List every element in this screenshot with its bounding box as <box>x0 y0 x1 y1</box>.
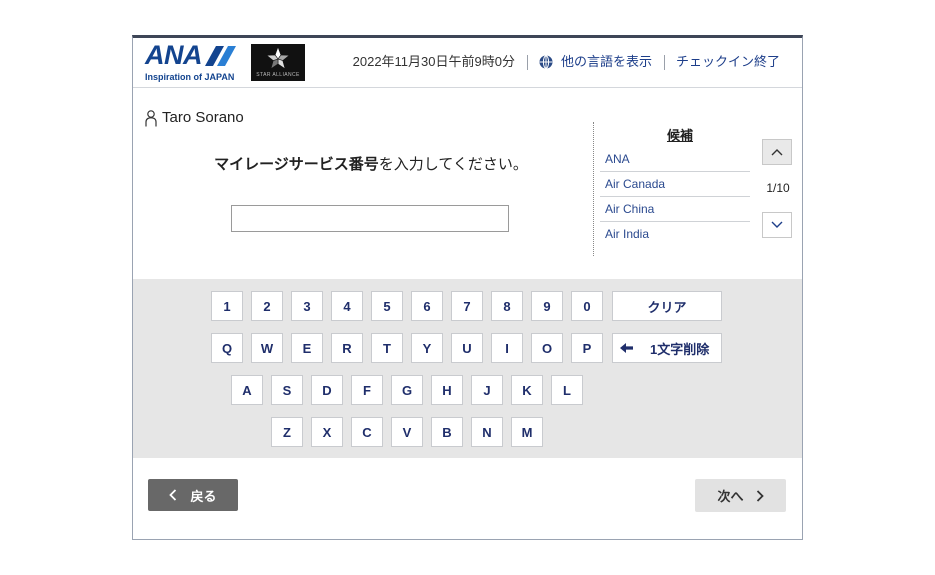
back-button-label: 戻る <box>190 488 217 504</box>
key-i[interactable]: I <box>491 333 523 363</box>
candidates-prev-page-button[interactable] <box>762 139 792 165</box>
star-alliance-logo: STAR ALLIANCE <box>251 44 305 81</box>
next-button[interactable]: 次へ <box>695 479 786 512</box>
key-h[interactable]: H <box>431 375 463 405</box>
key-6[interactable]: 6 <box>411 291 443 321</box>
ana-wordmark: ANA <box>145 40 203 70</box>
arrow-left-icon <box>620 343 633 353</box>
globe-icon[interactable] <box>539 55 553 69</box>
keyboard-row-qwerty: Q W E R T Y U I O P 1文字削除 <box>211 333 722 363</box>
key-r[interactable]: R <box>331 333 363 363</box>
chevron-left-icon <box>169 489 177 501</box>
header-utilities: 2022年11月30日午前9時0分 他の言語を表示 チェックイン終了 <box>353 53 780 71</box>
passenger-name: Taro Sorano <box>162 109 244 126</box>
candidates-heading: 候補 <box>666 128 693 143</box>
clear-button[interactable]: クリア <box>612 291 722 321</box>
candidates-list: ANA Air Canada Air China Air India <box>600 147 750 247</box>
chevron-right-icon <box>756 489 764 502</box>
key-l[interactable]: L <box>551 375 583 405</box>
keyboard-row-digits: 1 2 3 4 5 6 7 8 9 0 クリア <box>211 291 722 321</box>
candidate-item-air-india[interactable]: Air India <box>600 222 750 247</box>
key-s[interactable]: S <box>271 375 303 405</box>
ana-logo: ANA Inspiration of JAPAN <box>145 42 245 86</box>
backspace-button[interactable]: 1文字削除 <box>612 333 722 363</box>
key-p[interactable]: P <box>571 333 603 363</box>
key-v[interactable]: V <box>391 417 423 447</box>
end-checkin-link[interactable]: チェックイン終了 <box>676 53 780 71</box>
key-o[interactable]: O <box>531 333 563 363</box>
key-1[interactable]: 1 <box>211 291 243 321</box>
input-instruction: マイレージサービス番号を入力してください。 <box>133 155 609 175</box>
star-alliance-emblem <box>265 46 291 70</box>
candidate-item-air-china[interactable]: Air China <box>600 197 750 222</box>
key-5[interactable]: 5 <box>371 291 403 321</box>
next-button-label: 次へ <box>717 489 744 504</box>
key-3[interactable]: 3 <box>291 291 323 321</box>
key-k[interactable]: K <box>511 375 543 405</box>
header-separator <box>526 54 528 70</box>
key-c[interactable]: C <box>351 417 383 447</box>
key-d[interactable]: D <box>311 375 343 405</box>
key-q[interactable]: Q <box>211 333 243 363</box>
mileage-number-input[interactable] <box>231 205 509 232</box>
person-icon <box>145 109 157 126</box>
passenger-info: Taro Sorano <box>145 109 244 127</box>
key-u[interactable]: U <box>451 333 483 363</box>
backspace-label: 1文字削除 <box>650 341 710 357</box>
candidate-item-air-canada[interactable]: Air Canada <box>600 172 750 197</box>
key-a[interactable]: A <box>231 375 263 405</box>
key-e[interactable]: E <box>291 333 323 363</box>
key-8[interactable]: 8 <box>491 291 523 321</box>
instruction-emphasis: マイレージサービス番号 <box>214 156 379 173</box>
header-separator <box>663 54 665 70</box>
keyboard-row-asdf: A S D F G H J K L <box>231 375 583 405</box>
on-screen-keyboard: 1 2 3 4 5 6 7 8 9 0 クリア Q W E R T Y U I … <box>133 279 802 458</box>
key-g[interactable]: G <box>391 375 423 405</box>
chevron-up-icon <box>771 149 783 156</box>
key-b[interactable]: B <box>431 417 463 447</box>
key-z[interactable]: Z <box>271 417 303 447</box>
ana-stripes-emblem <box>205 46 236 66</box>
key-f[interactable]: F <box>351 375 383 405</box>
star-alliance-wordmark: STAR ALLIANCE <box>256 72 300 78</box>
language-link[interactable]: 他の言語を表示 <box>561 53 652 71</box>
key-n[interactable]: N <box>471 417 503 447</box>
key-7[interactable]: 7 <box>451 291 483 321</box>
key-9[interactable]: 9 <box>531 291 563 321</box>
candidates-next-page-button[interactable] <box>762 212 792 238</box>
ana-tagline: Inspiration of JAPAN <box>145 72 235 82</box>
keyboard-row-zxcv: Z X C V B N M <box>271 417 543 447</box>
key-2[interactable]: 2 <box>251 291 283 321</box>
header-bar: ANA Inspiration of JAPAN STAR ALLIANCE 2… <box>133 38 802 88</box>
key-j[interactable]: J <box>471 375 503 405</box>
candidate-item-ana[interactable]: ANA <box>600 147 750 172</box>
candidates-divider <box>593 122 594 256</box>
key-m[interactable]: M <box>511 417 543 447</box>
key-w[interactable]: W <box>251 333 283 363</box>
back-button[interactable]: 戻る <box>148 479 238 511</box>
kiosk-frame: ANA Inspiration of JAPAN STAR ALLIANCE 2… <box>132 35 803 540</box>
current-datetime: 2022年11月30日午前9時0分 <box>352 54 515 69</box>
candidates-page-indicator: 1/10 <box>766 181 790 195</box>
instruction-text: を入力してください。 <box>378 156 528 173</box>
key-y[interactable]: Y <box>411 333 443 363</box>
key-t[interactable]: T <box>371 333 403 363</box>
chevron-down-icon <box>771 221 783 228</box>
key-0[interactable]: 0 <box>571 291 603 321</box>
key-4[interactable]: 4 <box>331 291 363 321</box>
key-x[interactable]: X <box>311 417 343 447</box>
